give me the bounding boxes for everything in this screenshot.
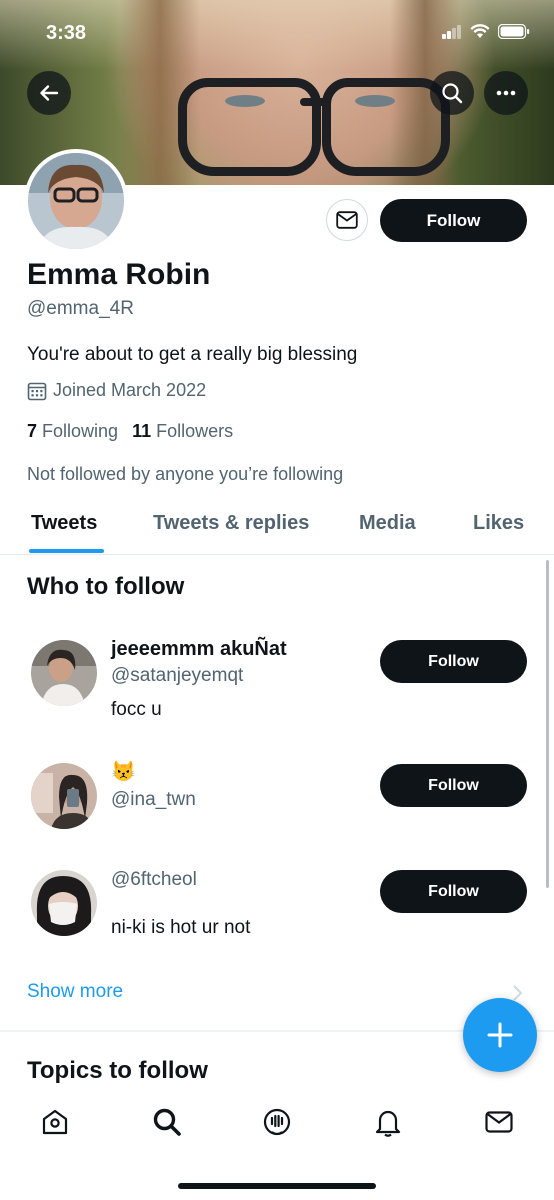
list-item[interactable]: @6ftcheol ni-ki is hot ur not Follow [0, 862, 554, 962]
search-button[interactable] [430, 71, 474, 115]
suggestion-name[interactable]: jeeeemmm akuÑat [111, 638, 287, 661]
tabs-divider [0, 554, 554, 555]
back-button[interactable] [27, 71, 71, 115]
home-indicator[interactable] [178, 1183, 376, 1189]
status-icons [442, 24, 530, 39]
tab-tweets[interactable]: Tweets [31, 512, 97, 535]
suggestion-bio: ni-ki is hot ur not [111, 917, 251, 938]
profile-avatar[interactable] [24, 149, 128, 253]
avatar[interactable] [31, 870, 97, 936]
followers-link[interactable]: 11 Followers [132, 421, 233, 442]
cellular-signal-icon [442, 24, 461, 39]
following-link[interactable]: 7 Following [27, 421, 118, 442]
follow-button[interactable]: Follow [380, 199, 527, 242]
spaces-icon[interactable] [261, 1106, 293, 1138]
tab-media[interactable]: Media [359, 512, 416, 535]
status-time: 3:38 [46, 22, 87, 44]
active-tab-indicator [29, 549, 104, 553]
following-count: 7 [27, 421, 38, 441]
more-icon [496, 90, 516, 96]
home-icon[interactable] [39, 1106, 71, 1138]
not-followed-note: Not followed by anyone you’re following [27, 464, 344, 484]
joined-date-text: Joined March 2022 [53, 380, 207, 400]
followers-count: 11 [132, 421, 152, 441]
suggestion-follow-button[interactable]: Follow [380, 764, 527, 807]
joined-date: Joined March 2022 [27, 380, 206, 401]
tab-tweets-replies[interactable]: Tweets & replies [153, 512, 309, 535]
back-arrow-icon [40, 85, 59, 101]
profile-bio: You're about to get a really big blessin… [27, 344, 358, 365]
plus-icon [487, 1022, 513, 1048]
avatar-photo [31, 640, 97, 706]
suggestion-handle: @satanjeyemqt [111, 665, 244, 686]
followers-label: Followers [156, 421, 234, 441]
bottom-nav [0, 1092, 554, 1152]
avatar-photo [31, 870, 97, 936]
more-button[interactable] [484, 71, 528, 115]
show-more-link[interactable]: Show more [27, 981, 123, 1003]
display-name: Emma Robin [27, 258, 211, 291]
search-icon [442, 83, 463, 104]
suggestion-handle: @ina_twn [111, 789, 196, 810]
who-to-follow-title: Who to follow [27, 573, 185, 600]
notifications-icon[interactable] [372, 1106, 404, 1138]
follow-stats: 7 Following 11 Followers [27, 421, 233, 442]
avatar-photo [28, 153, 124, 249]
calendar-icon [27, 382, 47, 400]
suggestion-follow-button[interactable]: Follow [380, 870, 527, 913]
suggestion-name[interactable]: 😾 [111, 759, 136, 784]
list-item[interactable]: jeeeemmm akuÑat @satanjeyemqt focc u Fol… [0, 630, 554, 730]
battery-icon [498, 24, 530, 39]
banner-glasses [178, 78, 321, 176]
wifi-icon [470, 24, 490, 38]
messages-icon[interactable] [483, 1106, 515, 1138]
avatar-photo [31, 763, 97, 829]
search-icon[interactable] [151, 1106, 183, 1138]
compose-tweet-button[interactable] [463, 998, 537, 1072]
avatar[interactable] [31, 763, 97, 829]
mail-icon [336, 211, 358, 229]
suggestion-follow-button[interactable]: Follow [380, 640, 527, 683]
list-item[interactable]: 😾 @ina_twn Follow [0, 755, 554, 845]
banner-glasses-bridge [300, 98, 330, 106]
tab-likes[interactable]: Likes [473, 512, 524, 535]
profile-handle: @emma_4R [27, 298, 134, 319]
topics-title: Topics to follow [27, 1057, 208, 1084]
following-label: Following [42, 421, 119, 441]
suggestion-bio: focc u [111, 699, 162, 720]
suggestion-handle[interactable]: @6ftcheol [111, 869, 197, 891]
avatar[interactable] [31, 640, 97, 706]
message-button[interactable] [326, 199, 368, 241]
